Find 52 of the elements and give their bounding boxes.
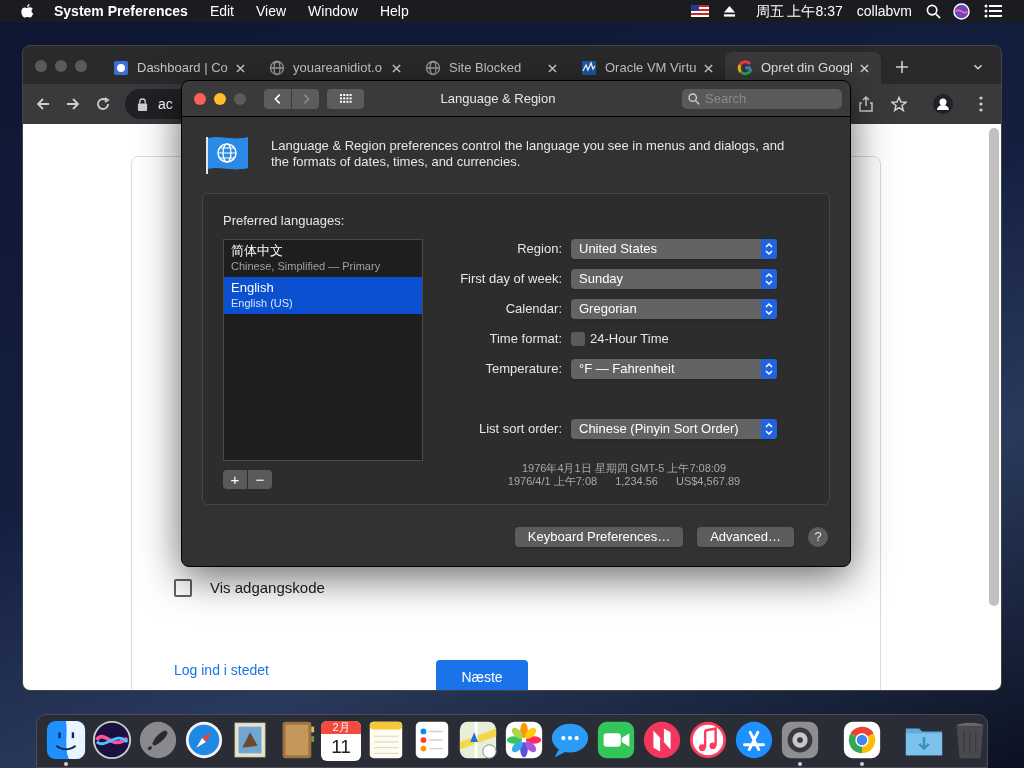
language-row[interactable]: English English (US) [224, 276, 422, 314]
popup-menu[interactable]: United States [571, 239, 777, 259]
address-text: ac [158, 94, 173, 114]
tab-title: Dashboard | Co [137, 59, 228, 78]
popup-menu[interactable]: °F — Fahrenheit [571, 359, 777, 379]
browser-tab[interactable]: Dashboard | Co [101, 52, 257, 84]
menu-item[interactable]: Window [308, 0, 358, 22]
setting-label: List sort order: [477, 420, 563, 439]
window-title: Language & Region [439, 89, 557, 108]
preferred-languages-label: Preferred languages: [223, 212, 346, 230]
browser-tab[interactable]: Site Blocked [413, 52, 569, 84]
app-menu[interactable]: System Preferences [54, 0, 188, 22]
language-name: English [231, 280, 275, 296]
add-button[interactable]: + [223, 469, 247, 489]
setting-label: Calendar: [504, 300, 563, 319]
setting-label: Temperature: [484, 360, 563, 379]
sign-in-link[interactable]: Log ind i stedet [174, 661, 436, 679]
language-row[interactable]: 简体中文 Chinese, Simplified — Primary [224, 239, 422, 277]
popup-menu[interactable]: Sunday [571, 269, 777, 289]
menu-item[interactable]: Help [379, 0, 409, 22]
popup-menu[interactable]: Chinese (Pinyin Sort Order) [571, 419, 777, 439]
dialog-button[interactable]: Keyboard Preferences… [514, 527, 684, 547]
tab-title: Oracle VM Virtu [605, 59, 696, 78]
user-name[interactable]: collabvm [856, 0, 912, 22]
format-sample: 1976年4月1日 星期四 GMT-5 上午7:08:09 [521, 462, 727, 475]
setting-label: Time format: [488, 330, 563, 349]
checkbox-label: Vis adgangskode [210, 578, 325, 598]
checkbox-label: 24-Hour Time [590, 330, 669, 349]
next-button[interactable]: Næste [436, 659, 528, 690]
tab-title: Site Blocked [449, 59, 523, 78]
setting-label: First day of week: [459, 270, 563, 289]
dialog-button[interactable]: Advanced… [697, 527, 794, 547]
format-sample: US$4,567.89 [675, 475, 741, 488]
menu-item[interactable]: View [256, 0, 287, 22]
help-button[interactable]: ? [808, 527, 828, 547]
setting-label: Region: [516, 240, 563, 259]
menu-clock[interactable]: 周五 上午8:37 [755, 0, 843, 22]
format-sample: 1,234.56 [615, 475, 658, 488]
tab-title: Opret din Googl [761, 59, 852, 78]
browser-tab[interactable]: Opret din Googl [725, 52, 881, 84]
language-detail: Chinese, Simplified — Primary [231, 259, 382, 273]
language-name: 简体中文 [231, 243, 284, 259]
format-sample: 1976/4/1 上午7:08 [507, 475, 598, 488]
tab-title: youareanidiot.o [293, 59, 383, 78]
menu-item[interactable]: Edit [209, 0, 234, 22]
remove-button[interactable]: − [248, 469, 272, 489]
calendar-icon[interactable]: 2月 11 [321, 721, 361, 761]
browser-tab[interactable]: Oracle VM Virtu [569, 52, 725, 84]
popup-menu[interactable]: Gregorian [571, 299, 777, 319]
browser-tab[interactable]: youareanidiot.o [257, 52, 413, 84]
language-detail: English (US) [231, 296, 294, 310]
description-text: Language & Region preferences control the language you see in menus and dialogs, and the formats of dates, times, and currencies. [271, 138, 786, 170]
